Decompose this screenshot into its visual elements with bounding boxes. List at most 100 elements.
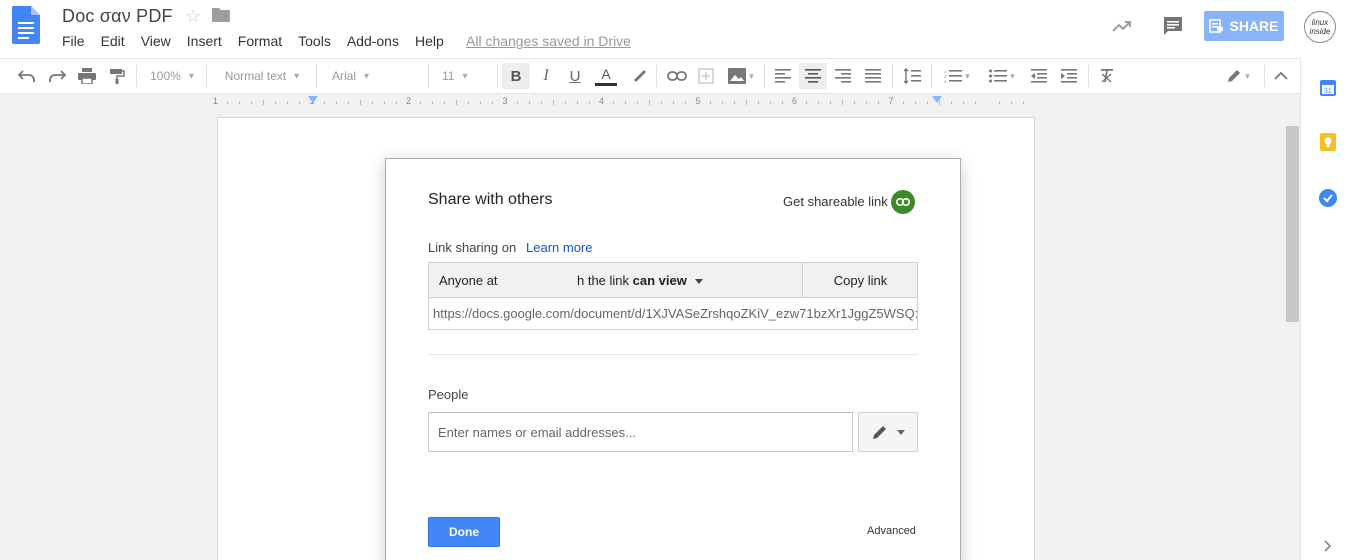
comment-icon[interactable] bbox=[1161, 14, 1185, 38]
italic-icon[interactable]: I bbox=[534, 59, 558, 93]
ruler-tick bbox=[842, 100, 844, 105]
people-input[interactable]: Enter names or email addresses... bbox=[428, 412, 853, 452]
toolbar-divider bbox=[931, 65, 932, 87]
ruler-tick bbox=[347, 101, 349, 104]
ruler-tick bbox=[275, 101, 277, 104]
get-shareable-link[interactable]: Get shareable link bbox=[783, 194, 888, 209]
menu-addons[interactable]: Add-ons bbox=[347, 33, 399, 49]
right-indent-marker[interactable] bbox=[932, 96, 942, 103]
folder-icon[interactable] bbox=[212, 8, 230, 22]
ruler-tick bbox=[661, 101, 663, 104]
link-icon[interactable] bbox=[664, 59, 690, 93]
decrease-indent-icon[interactable] bbox=[1027, 59, 1051, 93]
ruler-tick bbox=[902, 101, 904, 104]
share-url-field[interactable]: https://docs.google.com/document/d/1XJVA… bbox=[428, 298, 918, 330]
zoom-select[interactable]: 100% bbox=[142, 59, 202, 93]
star-icon[interactable]: ☆ bbox=[185, 6, 201, 27]
calendar-icon[interactable]: 31 bbox=[1320, 78, 1336, 96]
menu-view[interactable]: View bbox=[141, 33, 171, 49]
save-status[interactable]: All changes saved in Drive bbox=[466, 33, 631, 49]
print-icon[interactable] bbox=[76, 59, 98, 93]
ruler-tick bbox=[1011, 101, 1013, 104]
align-right-icon[interactable] bbox=[831, 59, 855, 93]
ruler-tick bbox=[745, 100, 747, 105]
left-indent-marker[interactable] bbox=[308, 96, 318, 103]
menu-insert[interactable]: Insert bbox=[187, 33, 222, 49]
toolbar-divider bbox=[316, 65, 317, 87]
chevron-right-icon[interactable] bbox=[1324, 540, 1332, 552]
ruler-tick bbox=[395, 101, 397, 104]
tasks-icon[interactable] bbox=[1319, 189, 1337, 207]
underline-icon[interactable]: U bbox=[563, 59, 587, 93]
ruler-number: 3 bbox=[502, 96, 508, 106]
menu-edit[interactable]: Edit bbox=[101, 33, 125, 49]
toolbar-divider bbox=[206, 65, 207, 87]
align-justify-icon[interactable] bbox=[861, 59, 885, 93]
ruler-tick bbox=[999, 101, 1001, 104]
copy-link-button[interactable]: Copy link bbox=[802, 263, 918, 297]
ruler-tick bbox=[685, 101, 687, 104]
anyone-text: Anyone at bbox=[439, 273, 498, 288]
ruler-tick bbox=[263, 100, 265, 105]
trending-up-icon[interactable] bbox=[1110, 14, 1134, 38]
bold-icon[interactable]: B bbox=[502, 63, 530, 89]
ruler-tick bbox=[625, 101, 627, 104]
ruler-tick bbox=[637, 101, 639, 104]
increase-indent-icon[interactable] bbox=[1057, 59, 1081, 93]
align-left-icon[interactable] bbox=[771, 59, 795, 93]
line-spacing-icon[interactable] bbox=[899, 59, 925, 93]
ruler-tick bbox=[227, 101, 229, 104]
bulleted-list-icon[interactable]: ▾ bbox=[983, 59, 1021, 93]
menu-tools[interactable]: Tools bbox=[298, 33, 331, 49]
clear-formatting-icon[interactable] bbox=[1095, 59, 1119, 93]
document-title[interactable]: Doc σαν PDF bbox=[62, 6, 173, 27]
paint-format-icon[interactable] bbox=[106, 59, 128, 93]
ruler-tick bbox=[492, 101, 494, 104]
style-select[interactable]: Normal text bbox=[212, 59, 312, 93]
ruler-tick bbox=[878, 101, 880, 104]
ruler-tick bbox=[323, 101, 325, 104]
shareable-link-icon[interactable] bbox=[891, 190, 915, 214]
learn-more-link[interactable]: Learn more bbox=[526, 240, 592, 255]
insert-comment-icon[interactable] bbox=[694, 59, 718, 93]
text-color-icon[interactable]: A bbox=[593, 59, 619, 93]
share-button[interactable]: SHARE bbox=[1204, 11, 1284, 41]
avatar[interactable]: linux inside bbox=[1304, 11, 1336, 43]
highlight-icon[interactable] bbox=[627, 59, 651, 93]
ruler-number: 4 bbox=[599, 96, 605, 106]
editing-mode-icon[interactable]: ▾ bbox=[1218, 59, 1258, 93]
ruler-tick bbox=[914, 101, 916, 104]
font-size-select[interactable]: 11 bbox=[434, 59, 494, 93]
keep-icon[interactable] bbox=[1320, 133, 1336, 151]
ruler-tick bbox=[299, 101, 301, 104]
ruler-tick bbox=[974, 101, 976, 104]
advanced-link[interactable]: Advanced bbox=[867, 525, 916, 537]
permission-dropdown-button[interactable] bbox=[858, 412, 918, 452]
ruler-number: 7 bbox=[888, 96, 894, 106]
section-divider bbox=[428, 354, 918, 355]
undo-icon[interactable] bbox=[16, 59, 38, 93]
menu-help[interactable]: Help bbox=[415, 33, 444, 49]
ruler-tick bbox=[371, 101, 373, 104]
people-label: People bbox=[428, 387, 469, 402]
collapse-toolbar-icon[interactable] bbox=[1270, 59, 1292, 93]
redo-icon[interactable] bbox=[46, 59, 68, 93]
docs-logo-icon[interactable] bbox=[12, 6, 40, 44]
ruler-tick bbox=[552, 100, 554, 105]
font-select[interactable]: Arial bbox=[322, 59, 422, 93]
share-button-label: SHARE bbox=[1229, 18, 1279, 34]
access-level-dropdown[interactable]: h the link can view bbox=[577, 273, 703, 288]
svg-text:3: 3 bbox=[944, 79, 947, 83]
ruler-number: 5 bbox=[695, 96, 701, 106]
numbered-list-icon[interactable]: 123 ▾ bbox=[938, 59, 976, 93]
menu-file[interactable]: File bbox=[62, 33, 85, 49]
dialog-title: Share with others bbox=[428, 191, 553, 208]
insert-image-icon[interactable]: ▾ bbox=[724, 59, 758, 93]
ruler[interactable]: 11234567 bbox=[213, 95, 1035, 107]
ruler-tick bbox=[781, 101, 783, 104]
menu-format[interactable]: Format bbox=[238, 33, 282, 49]
done-button[interactable]: Done bbox=[428, 517, 500, 547]
scrollbar-thumb[interactable] bbox=[1286, 126, 1299, 322]
ruler-tick bbox=[516, 101, 518, 104]
align-center-icon[interactable] bbox=[799, 63, 827, 89]
